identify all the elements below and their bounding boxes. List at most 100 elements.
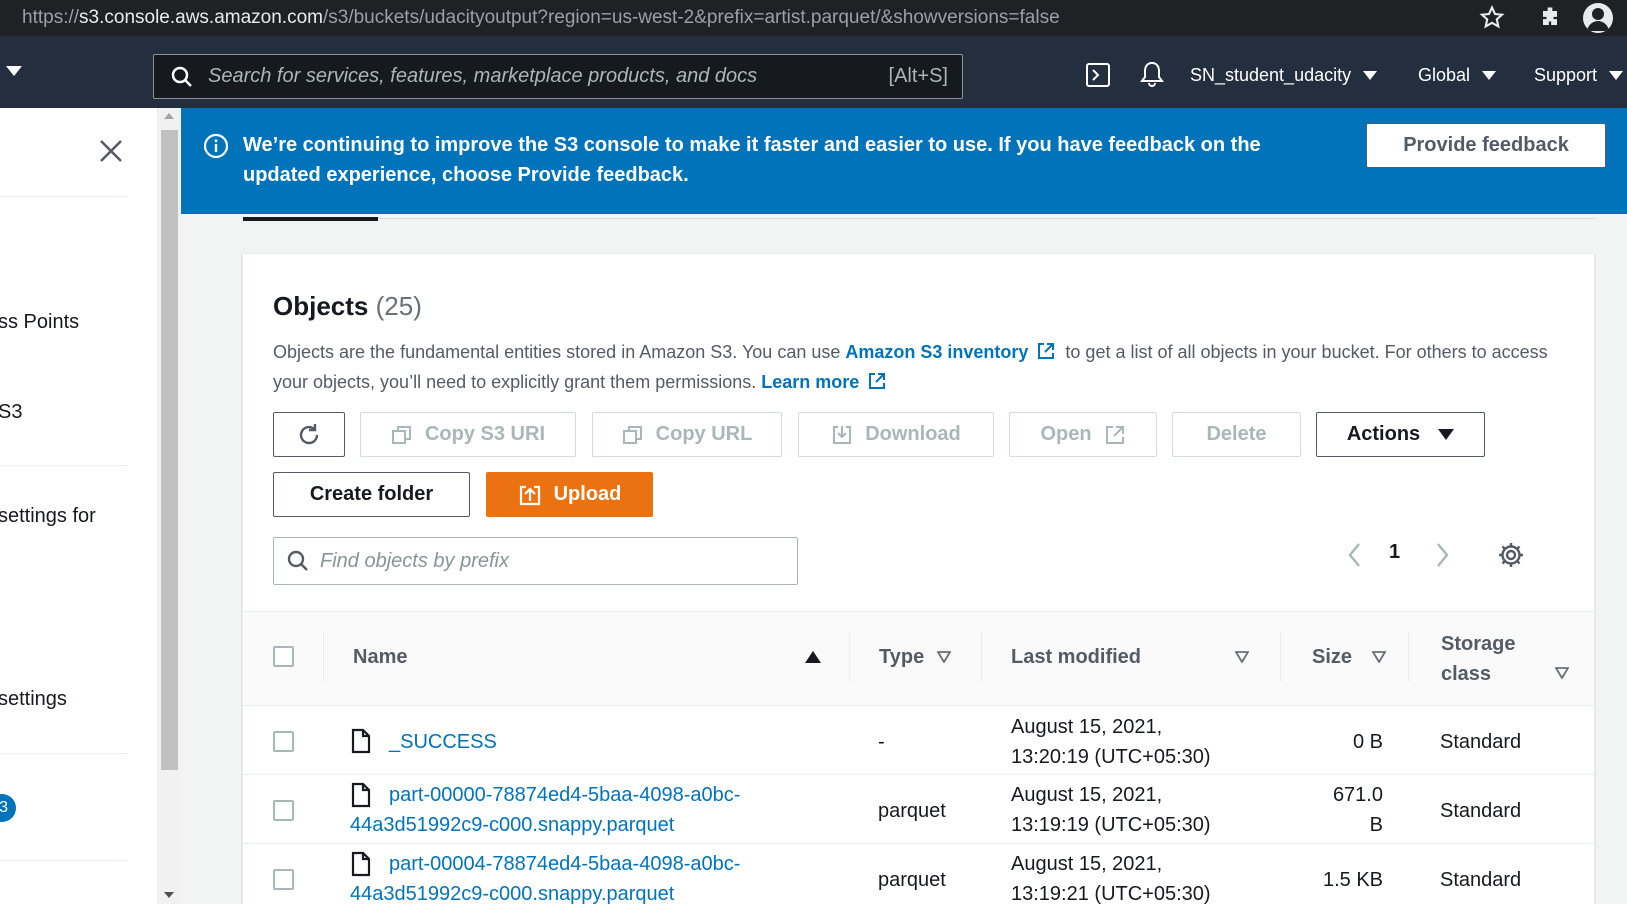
side-navigation: ss Points S3 settings for settings 3	[0, 108, 158, 904]
object-last-modified: August 15, 2021, 13:20:19 (UTC+05:30)	[1011, 712, 1211, 772]
select-all-checkbox[interactable]	[273, 646, 294, 667]
refresh-button[interactable]	[273, 412, 345, 457]
gear-icon[interactable]	[1497, 541, 1525, 569]
object-name-link[interactable]: _SUCCESS	[389, 727, 497, 757]
scroll-up-arrow-icon[interactable]	[164, 113, 174, 119]
account-menu[interactable]: SN_student_udacity	[1190, 65, 1378, 86]
star-icon[interactable]	[1478, 4, 1506, 32]
url-prefix: https://	[22, 7, 80, 28]
close-icon[interactable]	[98, 138, 124, 164]
object-name-line1[interactable]: part-00000-78874ed4-5baa-4098-a0bc-	[350, 780, 740, 810]
sort-caret-icon[interactable]	[1372, 651, 1386, 663]
delete-button[interactable]: Delete	[1172, 412, 1301, 457]
copy-s3-uri-button[interactable]: Copy S3 URI	[360, 412, 576, 457]
current-page-number[interactable]: 1	[1389, 541, 1400, 564]
copy-url-label: Copy URL	[655, 423, 753, 445]
size-unit: B	[1369, 814, 1383, 836]
sidebar-item-access-points[interactable]: ss Points	[0, 311, 79, 334]
object-name-link[interactable]: part-00004-78874ed4-5baa-4098-a0bc- 44a3d…	[350, 849, 740, 904]
download-button[interactable]: Download	[798, 412, 994, 457]
object-name-link[interactable]: part-00000-78874ed4-5baa-4098-a0bc- 44a3d…	[350, 780, 740, 840]
support-label: Support	[1534, 65, 1598, 85]
open-button[interactable]: Open	[1009, 412, 1157, 457]
learn-more-link[interactable]: Learn more	[761, 372, 859, 392]
find-objects-input[interactable]: Find objects by prefix	[273, 537, 798, 585]
provide-feedback-button[interactable]: Provide feedback	[1366, 123, 1606, 168]
object-size: 671.0 B	[1313, 780, 1383, 840]
table-row[interactable]: _SUCCESS - August 15, 2021, 13:20:19 (UTC…	[243, 706, 1594, 775]
row-checkbox[interactable]	[273, 800, 294, 821]
column-header-type[interactable]: Type	[879, 646, 924, 669]
object-name-line2[interactable]: 44a3d51992c9-c000.snappy.parquet	[350, 879, 740, 904]
browser-address-bar: https://s3.console.aws.amazon.com/s3/buc…	[0, 0, 1627, 36]
size-value: 1.5 KB	[1322, 869, 1383, 891]
copy-url-button[interactable]: Copy URL	[592, 412, 782, 457]
object-storage-class: Standard	[1440, 731, 1522, 753]
sidebar-scrollbar[interactable]	[158, 108, 181, 904]
sidebar-item-settings[interactable]: settings	[0, 688, 67, 711]
column-separator	[849, 632, 850, 682]
create-folder-button[interactable]: Create folder	[273, 472, 470, 517]
object-name[interactable]: _SUCCESS	[389, 731, 497, 753]
object-storage-class: Standard	[1440, 800, 1522, 822]
object-size: 0 B	[1313, 727, 1383, 757]
divider	[0, 860, 127, 861]
copy-icon	[391, 425, 411, 444]
chevron-right-icon[interactable]	[1430, 540, 1454, 570]
create-folder-label: Create folder	[309, 483, 434, 505]
notification-badge: 3	[0, 794, 16, 822]
sort-ascending-icon[interactable]	[805, 651, 821, 663]
objects-title: Objects	[273, 291, 369, 321]
sidebar-item-settings-for[interactable]: settings for	[0, 505, 96, 528]
divider	[0, 753, 127, 754]
external-link-icon	[869, 373, 886, 389]
info-icon	[203, 133, 229, 159]
actions-dropdown[interactable]: Actions	[1316, 412, 1485, 457]
modified-time: 13:20:19 (UTC+05:30)	[1011, 746, 1211, 768]
modified-time: 13:19:19 (UTC+05:30)	[1011, 814, 1211, 836]
region-menu[interactable]: Global	[1418, 65, 1497, 86]
bell-icon[interactable]	[1139, 60, 1165, 88]
table-header: Name Type Last modified Size Storage clas…	[243, 611, 1594, 706]
download-icon	[833, 425, 852, 444]
object-name-line1[interactable]: part-00004-78874ed4-5baa-4098-a0bc-	[350, 849, 740, 879]
column-header-size[interactable]: Size	[1312, 646, 1352, 669]
support-menu[interactable]: Support	[1534, 65, 1624, 86]
scroll-down-arrow-icon[interactable]	[164, 892, 174, 898]
sort-caret-icon[interactable]	[937, 651, 951, 663]
divider	[0, 465, 127, 466]
profile-avatar[interactable]	[1583, 3, 1613, 33]
s3-inventory-link[interactable]: Amazon S3 inventory	[845, 342, 1028, 362]
aws-search-input[interactable]: Search for services, features, marketpla…	[153, 54, 963, 99]
column-header-storage-class[interactable]: Storage class	[1441, 629, 1515, 689]
sidebar-item-s3[interactable]: S3	[0, 401, 22, 424]
user-icon	[1587, 8, 1609, 31]
extensions-icon[interactable]	[1536, 4, 1564, 32]
open-label: Open	[1040, 423, 1092, 445]
sort-caret-icon[interactable]	[1555, 667, 1569, 679]
table-row[interactable]: part-00004-78874ed4-5baa-4098-a0bc- 44a3d…	[243, 844, 1594, 904]
services-caret-icon[interactable]	[6, 66, 22, 76]
row-checkbox[interactable]	[273, 731, 294, 752]
copy-icon	[622, 425, 642, 444]
row-checkbox[interactable]	[273, 869, 294, 890]
column-header-name[interactable]: Name	[353, 646, 407, 669]
column-separator	[323, 632, 324, 682]
objects-panel: Objects (25) Objects are the fundamental…	[242, 253, 1595, 904]
column-header-last-modified[interactable]: Last modified	[1011, 646, 1141, 669]
account-name: SN_student_udacity	[1190, 65, 1352, 85]
object-name-line2[interactable]: 44a3d51992c9-c000.snappy.parquet	[350, 810, 740, 840]
scroll-thumb[interactable]	[161, 130, 178, 770]
modified-time: 13:19:21 (UTC+05:30)	[1011, 883, 1211, 904]
objects-description: Objects are the fundamental entities sto…	[273, 337, 1553, 397]
url-field[interactable]: https://s3.console.aws.amazon.com/s3/buc…	[22, 7, 1060, 29]
object-type: -	[878, 731, 885, 753]
sort-caret-icon[interactable]	[1235, 651, 1249, 663]
upload-label: Upload	[553, 483, 622, 505]
chevron-left-icon[interactable]	[1343, 540, 1367, 570]
upload-button[interactable]: Upload	[486, 472, 653, 517]
external-link-icon	[1105, 425, 1124, 444]
modified-date: August 15, 2021,	[1011, 853, 1163, 875]
table-row[interactable]: part-00000-78874ed4-5baa-4098-a0bc- 44a3d…	[243, 775, 1594, 844]
cloudshell-icon[interactable]	[1085, 62, 1111, 88]
